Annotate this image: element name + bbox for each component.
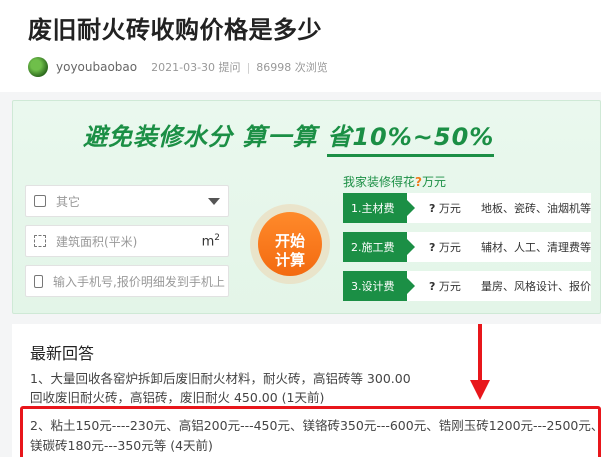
cost-row-design: 3.设计费 ? 万元 量房、风格设计、报价 [343,271,591,301]
cost-question: 我家装修得花?万元 [343,173,446,190]
cost-price-unit: 万元 [438,280,461,293]
avatar[interactable] [28,57,48,77]
cost-price-q: ? [429,202,436,215]
view-count: 86998 次浏览 [256,61,328,74]
answer-2-line2: 镁碳砖180元---350元等 (4天前) [30,438,213,453]
cost-price-q: ? [429,241,436,254]
ad-slogan: 避免装修水分 算一算 省10%~50% [83,117,495,157]
meta-divider: | [246,60,251,74]
answers-heading: 最新回答 [30,344,95,363]
answer-1-line2: 回收废旧耐火砖，高铝砖，废旧耐火 450.00 (1天前) [30,390,325,405]
date-asked: 2021-03-30 提问 [151,61,241,74]
cost-price-unit: 万元 [438,241,461,254]
area-unit-text: m [201,234,215,250]
start-calculate-button[interactable]: 开始 计算 [258,212,322,276]
down-arrow-annotation-icon [478,324,482,383]
cost-items: 量房、风格设计、报价 [481,280,591,293]
area-icon [34,235,46,247]
house-type-value: 其它 [56,194,81,209]
page-title: 废旧耐火砖收购价格是多少 [28,16,322,44]
cost-price-unit: 万元 [438,202,461,215]
cost-tag: 1.主材费 [343,193,415,223]
phone-input[interactable]: 输入手机号,报价明细发到手机上 [25,265,229,297]
phone-icon [34,274,43,288]
area-unit: m2 [202,233,220,249]
phone-placeholder: 输入手机号,报价明细发到手机上 [53,274,225,289]
latest-answers: 最新回答 1、大量回收各窑炉拆卸后废旧耐火材料，耐火砖，高铝砖等 300.00 … [12,324,601,457]
ad-slogan-text: 避免装修水分 算一算 [83,123,318,151]
ad-slogan-highlight: 省10%~50% [327,117,495,157]
answer-1-line1: 1、大量回收各窑炉拆卸后废旧耐火材料，耐火砖，高铝砖等 300.00 [30,371,411,386]
cost-price-q: ? [429,280,436,293]
cost-row-materials: 1.主材费 ? 万元 地板、瓷砖、油烟机等 [343,193,591,223]
question-header: 废旧耐火砖收购价格是多少 yoyoubaobao 2021-03-30 提问 |… [0,0,601,92]
calc-label-line1: 开始 [274,231,305,250]
username-link[interactable]: yoyoubaobao [56,60,137,74]
cost-items: 地板、瓷砖、油烟机等 [481,202,591,215]
cost-question-mark: ? [415,175,422,189]
cost-question-prefix: 我家装修得花 [343,175,416,189]
down-arrow-head-icon [470,380,490,400]
cost-tag: 3.设计费 [343,271,415,301]
area-input[interactable]: 建筑面积(平米) m2 [25,225,229,257]
renovation-calculator-ad: 避免装修水分 算一算 省10%~50% 其它 建筑面积(平米) m2 输入手机号,… [12,100,601,314]
building-icon [34,195,46,207]
cost-price: ? 万元 [429,200,477,216]
highlighted-answer-box: 2、粘土150元----230元、高铝200元---450元、镁铬砖350元--… [20,406,601,457]
cost-price: ? 万元 [429,278,477,294]
house-type-select[interactable]: 其它 [25,185,229,217]
cost-tag: 2.施工费 [343,232,415,262]
cost-price: ? 万元 [429,239,477,255]
cost-items: 辅材、人工、清理费等 [481,241,591,254]
cost-row-construction: 2.施工费 ? 万元 辅材、人工、清理费等 [343,232,591,262]
cost-question-suffix: 万元 [421,175,446,189]
area-unit-sup: 2 [214,232,220,243]
answer-2-line1: 2、粘土150元----230元、高铝200元---450元、镁铬砖350元--… [30,418,601,433]
dropdown-caret-icon [208,197,220,205]
area-placeholder: 建筑面积(平米) [56,234,138,249]
calc-label-line2: 计算 [274,250,305,269]
question-meta: yoyoubaobao 2021-03-30 提问 | 86998 次浏览 [28,56,328,78]
